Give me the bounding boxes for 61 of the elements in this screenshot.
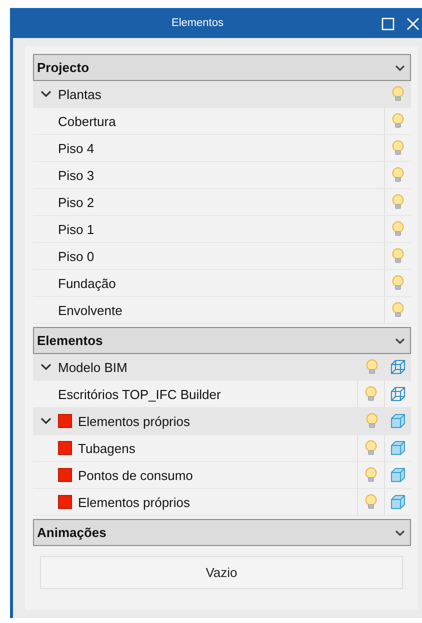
tree-row[interactable]: Piso 4 (33, 135, 411, 162)
item-label: Cobertura (58, 114, 116, 128)
lightbulb-icon[interactable] (365, 413, 379, 429)
lightbulb-icon[interactable] (364, 440, 378, 456)
section-header[interactable]: Projecto (33, 54, 411, 81)
item-label: Piso 4 (58, 140, 94, 156)
item-label: Plantas (58, 86, 102, 102)
wireframe-cube-icon[interactable] (390, 359, 406, 375)
lightbulb-icon[interactable] (391, 140, 405, 156)
tree-row[interactable]: Piso 1 (33, 216, 411, 243)
tree-row[interactable]: Piso 3 (33, 162, 411, 189)
item-label: Elementos próprios (78, 494, 190, 510)
section-header[interactable]: Animações (33, 519, 411, 546)
tree-row[interactable]: Escritórios TOP_IFC Builder (33, 381, 411, 408)
lightbulb-icon[interactable] (391, 302, 405, 318)
tree-row[interactable]: Fundação (33, 270, 411, 297)
item-label: Piso 3 (58, 168, 94, 182)
chevron-icon[interactable] (40, 415, 52, 427)
tree-row[interactable]: Piso 2 (33, 189, 411, 216)
item-label: Envolvente (58, 302, 122, 318)
tree-row[interactable]: Elementos próprios (33, 408, 411, 435)
lightbulb-icon[interactable] (391, 194, 405, 210)
tree-row[interactable]: Piso 0 (33, 243, 411, 270)
lightbulb-icon[interactable] (391, 275, 405, 291)
tree-row[interactable]: Envolvente (33, 297, 411, 324)
chevron-icon[interactable] (40, 88, 52, 100)
tree-row[interactable]: Tubagens (33, 435, 411, 462)
cube-icon[interactable] (390, 494, 406, 510)
cube-icon[interactable] (390, 467, 406, 483)
item-label: Piso 0 (58, 248, 94, 264)
lightbulb-icon[interactable] (391, 221, 405, 237)
tree-row[interactable]: Cobertura (33, 108, 411, 135)
tree-row[interactable]: Pontos de consumo (33, 462, 411, 489)
lightbulb-icon[interactable] (364, 494, 378, 510)
tree-row[interactable]: Elementos próprios (33, 489, 411, 516)
lightbulb-icon[interactable] (391, 248, 405, 264)
cube-icon[interactable] (390, 440, 406, 456)
cube-icon[interactable] (390, 413, 406, 429)
close-icon[interactable] (406, 17, 420, 31)
tree-row[interactable]: Modelo BIM (33, 354, 411, 381)
tree-row[interactable]: Plantas (33, 81, 411, 108)
lightbulb-icon[interactable] (391, 113, 405, 129)
item-label: Elementos próprios (78, 414, 190, 428)
section-header[interactable]: Elementos (33, 327, 411, 354)
lightbulb-icon[interactable] (391, 167, 405, 183)
item-label: Piso 2 (58, 194, 94, 210)
lightbulb-icon[interactable] (391, 86, 405, 102)
lightbulb-icon[interactable] (364, 467, 378, 483)
chevron-icon[interactable] (40, 361, 52, 373)
item-label: Escritórios TOP_IFC Builder (58, 386, 221, 402)
item-label: Tubagens (78, 440, 136, 456)
window-title: Elementos (170, 17, 224, 29)
item-label: Piso 1 (58, 222, 94, 236)
lightbulb-icon[interactable] (364, 386, 378, 402)
wireframe-cube-icon[interactable] (390, 386, 406, 402)
item-label: Pontos de consumo (78, 468, 193, 482)
maximize-icon[interactable] (381, 17, 395, 31)
empty-list-field: Vazio (40, 556, 403, 589)
item-label: Fundação (58, 276, 116, 290)
lightbulb-icon[interactable] (365, 359, 379, 375)
item-label: Modelo BIM (58, 360, 128, 374)
